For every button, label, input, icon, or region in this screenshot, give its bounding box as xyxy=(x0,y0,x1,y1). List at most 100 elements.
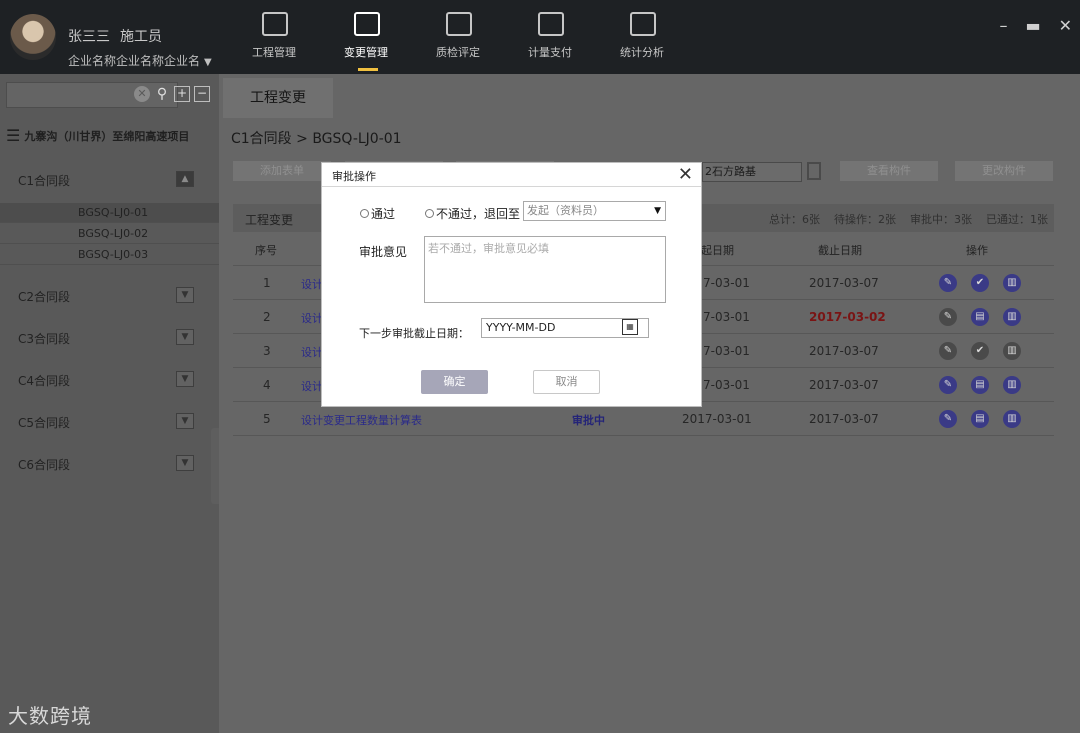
row-end: 2017-03-07 xyxy=(809,412,879,426)
sidebar-item-c4[interactable]: C4合同段 ▼ xyxy=(0,358,219,400)
row-end: 2017-03-07 xyxy=(809,378,879,392)
nav-project-manage[interactable]: 工程管理 xyxy=(228,0,320,74)
view-component-button[interactable]: 查看构件 xyxy=(839,160,939,182)
pass-radio[interactable]: 通过 xyxy=(360,205,395,222)
segment-label: C1合同段 xyxy=(18,174,71,188)
breadcrumb: C1合同段 > BGSQ-LJ0-01 xyxy=(231,131,402,147)
radio-icon xyxy=(425,209,434,218)
calendar-icon[interactable]: ▦ xyxy=(622,319,638,335)
row-no: 1 xyxy=(263,276,271,290)
nav-payment[interactable]: 计量支付 xyxy=(504,0,596,74)
clear-icon[interactable]: ✕ xyxy=(134,86,150,102)
close-icon[interactable]: ✕ xyxy=(1059,16,1072,35)
delete-icon[interactable]: ▥ xyxy=(1003,376,1021,394)
chevron-down-icon[interactable]: ▼ xyxy=(176,455,194,471)
user-name: 张三三 施工员 xyxy=(68,26,172,46)
col-start: 起日期 xyxy=(701,244,734,257)
nav-quality-check[interactable]: 质检评定 xyxy=(412,0,504,74)
segment-label: C2合同段 xyxy=(18,290,71,304)
sidebar-subitem-lj0-03[interactable]: BGSQ-LJ0-03 xyxy=(0,245,219,265)
radio-icon xyxy=(360,209,369,218)
chevron-up-icon[interactable]: ▲ xyxy=(176,171,194,187)
change-component-button[interactable]: 更改构件 xyxy=(954,160,1054,182)
status-badge: 审批中 xyxy=(572,414,605,427)
row-no: 5 xyxy=(263,412,271,426)
sidebar-subitem-lj0-01[interactable]: BGSQ-LJ0-01 xyxy=(0,203,219,223)
edit-icon[interactable]: ✎ xyxy=(939,376,957,394)
document-icon[interactable]: ▤ xyxy=(971,308,989,326)
row-link[interactable]: 设计 xyxy=(301,310,323,326)
delete-icon[interactable]: ▥ xyxy=(1003,274,1021,292)
document-icon[interactable]: ▤ xyxy=(971,376,989,394)
add-form-button[interactable]: 添加表单 xyxy=(232,160,332,182)
nav-change-manage[interactable]: 变更管理 xyxy=(320,0,412,74)
edit-icon[interactable]: ✎ xyxy=(939,410,957,428)
row-no: 2 xyxy=(263,310,271,324)
nav-label: 统计分析 xyxy=(620,46,664,59)
table-stats: 总计：6张 待操作：2张 审批中：3张 已通过：1张 xyxy=(769,211,1048,227)
restore-icon[interactable]: ▬ xyxy=(1025,16,1040,35)
caret-down-icon: ▼ xyxy=(204,57,212,68)
stat-pending: 待操作：2张 xyxy=(834,213,896,226)
confirm-button[interactable]: 确定 xyxy=(421,370,488,394)
nav-statistics[interactable]: 统计分析 xyxy=(596,0,688,74)
close-icon[interactable]: ✕ xyxy=(678,163,693,187)
sidebar-subitem-lj0-02[interactable]: BGSQ-LJ0-02 xyxy=(0,224,219,244)
company-name: 企业名称企业名称企业名 xyxy=(68,54,201,68)
avatar[interactable] xyxy=(10,14,56,60)
nav-label: 质检评定 xyxy=(436,46,480,59)
nav-label: 工程管理 xyxy=(252,46,296,59)
approve-icon[interactable]: ✔ xyxy=(971,342,989,360)
delete-icon[interactable]: ▥ xyxy=(1003,308,1021,326)
cancel-button[interactable]: 取消 xyxy=(533,370,600,394)
stat-in-review: 审批中：3张 xyxy=(910,213,972,226)
collapse-all-icon[interactable]: − xyxy=(194,86,210,102)
document-icon[interactable]: ▤ xyxy=(971,410,989,428)
brand-logo: 大数跨境 xyxy=(8,704,92,728)
row-link[interactable]: 设计 xyxy=(301,344,323,360)
company-selector[interactable]: 企业名称企业名称企业名 ▼ xyxy=(68,52,212,69)
delete-icon[interactable]: ▥ xyxy=(1003,410,1021,428)
return-to-select[interactable]: 发起（资料员） ▼ xyxy=(523,201,666,221)
segment-label: C3合同段 xyxy=(18,332,71,346)
row-link[interactable]: 设计 xyxy=(301,276,323,292)
nav-label: 计量支付 xyxy=(528,46,572,59)
window-controls: – ▬ ✕ xyxy=(999,16,1072,35)
chevron-down-icon[interactable]: ▼ xyxy=(176,287,194,303)
stat-total: 总计：6张 xyxy=(769,213,820,226)
chevron-down-icon[interactable]: ▼ xyxy=(176,329,194,345)
opinion-textarea[interactable]: 若不通过，审批意见必填 xyxy=(424,236,666,303)
menu-icon: ☰ xyxy=(6,126,21,145)
row-link[interactable]: 设计变更工程数量计算表 xyxy=(301,412,422,428)
chevron-down-icon[interactable]: ▼ xyxy=(176,371,194,387)
reject-radio[interactable]: 不通过，退回至 xyxy=(425,205,520,222)
reject-label: 不通过，退回至 xyxy=(436,207,521,221)
edit-icon[interactable]: ✎ xyxy=(939,342,957,360)
minimize-icon[interactable]: – xyxy=(999,16,1007,35)
edit-icon[interactable]: ✎ xyxy=(939,308,957,326)
sidebar-item-c1[interactable]: C1合同段 ▲ xyxy=(0,158,219,200)
dialog-title: 审批操作 xyxy=(332,170,376,183)
trash-icon[interactable] xyxy=(807,162,821,180)
approve-icon[interactable]: ✔ xyxy=(971,274,989,292)
sidebar-collapse-handle[interactable] xyxy=(211,428,219,504)
filter-input[interactable]: 2石方路基 xyxy=(702,162,802,182)
search-icon[interactable]: ⚲ xyxy=(154,86,170,102)
row-end: 2017-03-02 xyxy=(809,310,886,324)
sidebar-item-c5[interactable]: C5合同段 ▼ xyxy=(0,400,219,442)
tab-project-change[interactable]: 工程变更 xyxy=(223,78,333,118)
expand-all-icon[interactable]: + xyxy=(174,86,190,102)
monitor-icon xyxy=(446,12,472,36)
delete-icon[interactable]: ▥ xyxy=(1003,342,1021,360)
table-row[interactable]: 5 设计变更工程数量计算表 审批中 2017-03-01 2017-03-07 … xyxy=(233,402,1054,436)
sidebar-item-c6[interactable]: C6合同段 ▼ xyxy=(0,442,219,484)
sidebar-item-c3[interactable]: C3合同段 ▼ xyxy=(0,316,219,358)
sidebar-item-c2[interactable]: C2合同段 ▼ xyxy=(0,274,219,316)
row-link[interactable]: 设计 xyxy=(301,378,323,394)
row-start: 7-03-01 xyxy=(703,378,750,392)
edit-icon[interactable]: ✎ xyxy=(939,274,957,292)
select-value: 发起（资料员） xyxy=(527,204,604,217)
user-panel[interactable]: 张三三 施工员 企业名称企业名称企业名 ▼ xyxy=(0,0,220,74)
chevron-down-icon[interactable]: ▼ xyxy=(176,413,194,429)
project-title[interactable]: ☰ 九寨沟（川甘界）至绵阳高速项目 xyxy=(6,126,189,145)
